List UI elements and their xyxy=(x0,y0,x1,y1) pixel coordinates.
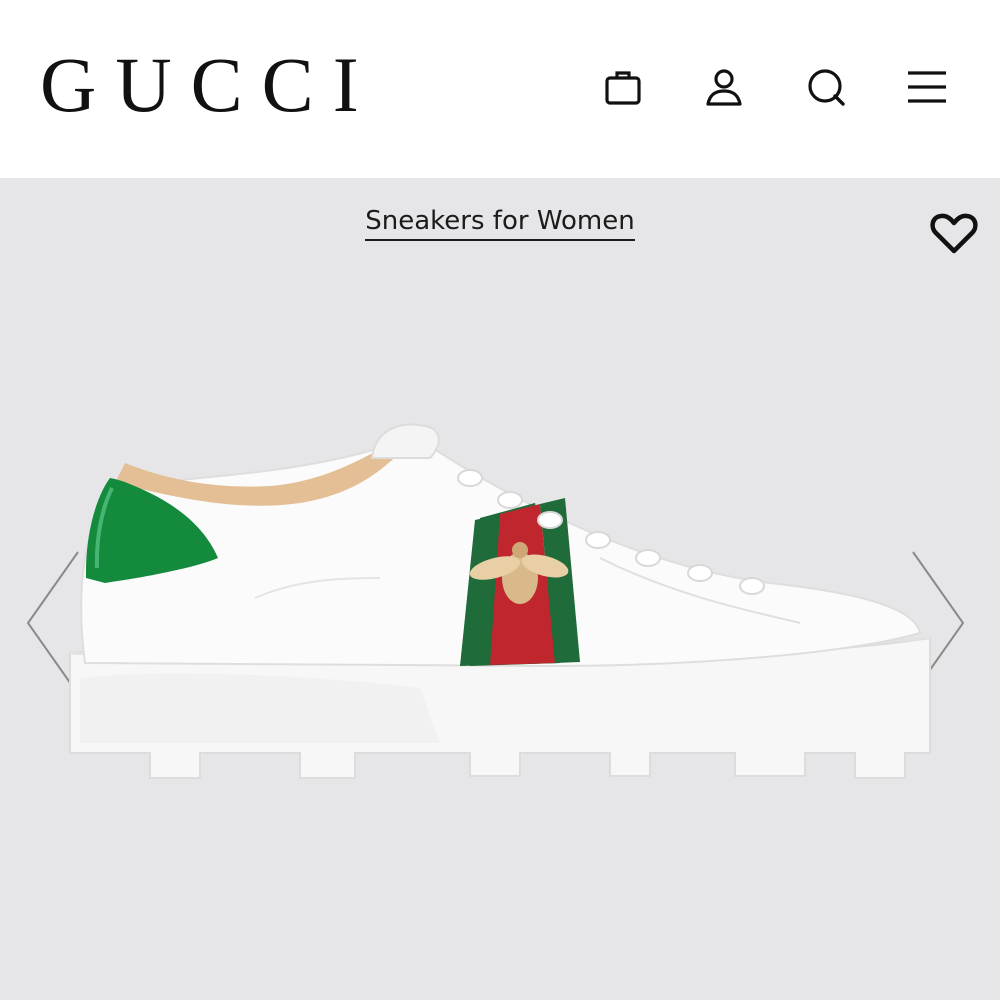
breadcrumb-link-sneakers-for-women[interactable]: Sneakers for Women xyxy=(365,206,635,241)
shopping-bag-icon xyxy=(605,71,641,105)
account-icon xyxy=(706,69,742,106)
shopping-bag-button[interactable] xyxy=(598,62,648,112)
search-icon xyxy=(808,69,845,106)
breadcrumb: Sneakers for Women xyxy=(0,206,1000,241)
menu-button[interactable] xyxy=(902,62,952,112)
heart-outline-icon[interactable] xyxy=(928,210,980,258)
product-gallery: Sneakers for Women xyxy=(0,178,1000,1000)
account-button[interactable] xyxy=(699,62,749,112)
gucci-logo[interactable]: GUCCI xyxy=(40,40,378,130)
site-header: GUCCI xyxy=(0,0,1000,178)
search-button[interactable] xyxy=(801,62,851,112)
menu-icon xyxy=(908,71,946,103)
product-image-sneaker[interactable] xyxy=(0,408,1000,838)
